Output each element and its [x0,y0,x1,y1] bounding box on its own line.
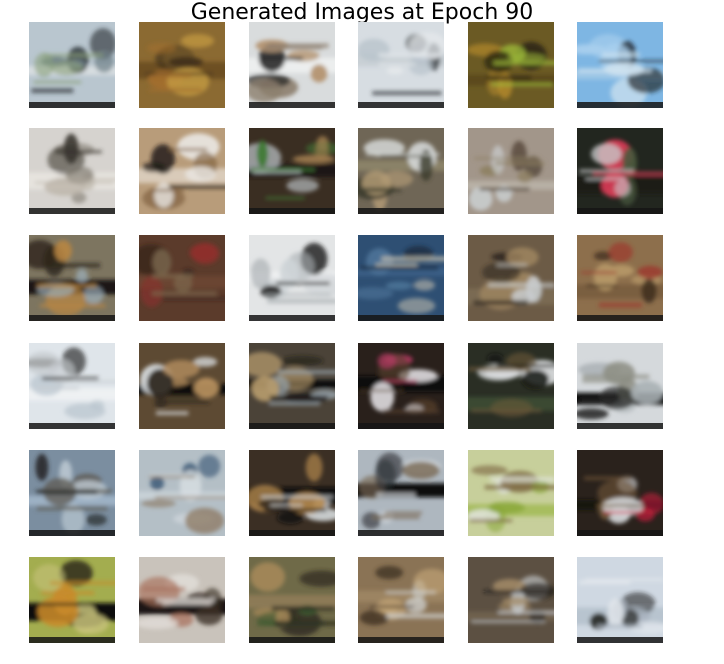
figure: Generated Images at Epoch 90 [0,0,724,664]
generated-image-tile [468,22,554,108]
generated-image-tile [577,128,663,214]
generated-image-tile [29,557,115,643]
generated-image-tile [249,450,335,536]
generated-image-tile [139,557,225,643]
generated-image-tile [139,450,225,536]
generated-image-tile [249,343,335,429]
generated-image-tile [29,128,115,214]
generated-image-tile [577,22,663,108]
generated-image-tile [358,235,444,321]
generated-image-tile [358,343,444,429]
generated-image-tile [29,343,115,429]
generated-image-tile [139,343,225,429]
generated-image-tile [139,128,225,214]
generated-image-tile [139,22,225,108]
generated-image-tile [468,557,554,643]
generated-image-tile [249,557,335,643]
generated-image-tile [358,22,444,108]
generated-image-tile [468,343,554,429]
generated-image-tile [577,343,663,429]
generated-image-tile [358,450,444,536]
generated-image-tile [29,22,115,108]
generated-image-tile [249,128,335,214]
generated-image-tile [139,235,225,321]
generated-image-tile [577,557,663,643]
generated-image-tile [577,235,663,321]
generated-image-tile [29,235,115,321]
generated-image-tile [358,128,444,214]
generated-image-tile [468,450,554,536]
generated-image-tile [468,128,554,214]
generated-image-tile [577,450,663,536]
generated-image-tile [358,557,444,643]
generated-image-tile [249,22,335,108]
generated-image-tile [249,235,335,321]
generated-image-tile [468,235,554,321]
generated-image-tile [29,450,115,536]
